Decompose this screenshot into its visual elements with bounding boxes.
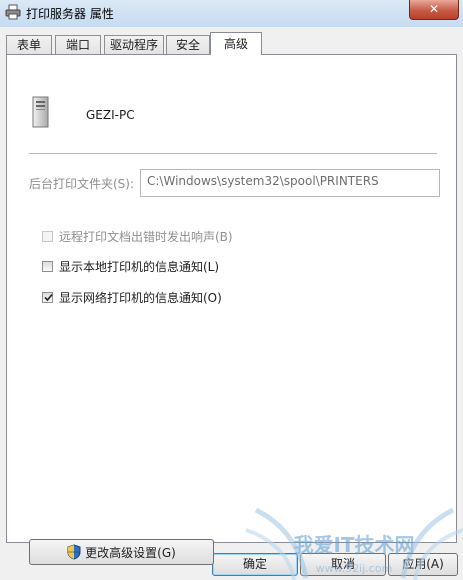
network-printer-notify-label[interactable]: 显示网络打印机的信息通知(O) xyxy=(59,289,222,306)
apply-button[interactable]: 应用(A) xyxy=(388,553,458,576)
ok-button[interactable]: 确定 xyxy=(212,553,298,576)
dialog-body: 表单 端口 驱动程序 安全 高级 GEZI-PC 后台打印文件夹(S): C:\… xyxy=(0,27,463,580)
local-printer-notify-option[interactable]: 显示本地打印机的信息通知(L) xyxy=(42,258,219,274)
checkmark-icon xyxy=(44,293,53,301)
window-title: 打印服务器 属性 xyxy=(26,7,114,21)
local-printer-notify-checkbox[interactable] xyxy=(42,260,53,272)
local-printer-notify-label[interactable]: 显示本地打印机的信息通知(L) xyxy=(59,258,219,275)
remote-error-beep-label: 远程打印文档出错时发出响声(B) xyxy=(59,229,233,244)
cancel-button[interactable]: 取消 xyxy=(300,553,386,576)
separator xyxy=(29,153,437,154)
remote-error-beep-option: 远程打印文档出错时发出响声(B) xyxy=(42,228,233,244)
remote-error-beep-checkbox xyxy=(42,230,53,242)
printer-icon xyxy=(5,4,21,20)
tab-ports[interactable]: 端口 xyxy=(55,35,101,54)
spool-folder-field: C:\Windows\system32\spool\PRINTERS xyxy=(140,169,440,197)
tab-forms[interactable]: 表单 xyxy=(6,35,52,54)
title-bar: 打印服务器 属性 ✕ xyxy=(0,0,463,27)
tab-drivers[interactable]: 驱动程序 xyxy=(104,35,164,54)
network-printer-notify-option[interactable]: 显示网络打印机的信息通知(O) xyxy=(42,289,222,305)
spool-folder-label: 后台打印文件夹(S): xyxy=(29,177,135,191)
close-button[interactable]: ✕ xyxy=(409,0,459,20)
tab-security[interactable]: 安全 xyxy=(166,35,210,54)
change-advanced-settings-button[interactable]: 更改高级设置(G) xyxy=(29,539,214,565)
tab-advanced[interactable]: 高级 xyxy=(210,32,262,55)
advanced-tab-panel: GEZI-PC 后台打印文件夹(S): C:\Windows\system32\… xyxy=(6,54,457,565)
server-name: GEZI-PC xyxy=(86,108,135,122)
change-advanced-settings-label[interactable]: 更改高级设置(G) xyxy=(85,544,176,561)
network-printer-notify-checkbox[interactable] xyxy=(42,291,53,303)
computer-tower-icon xyxy=(32,96,49,128)
uac-shield-icon xyxy=(67,544,81,560)
